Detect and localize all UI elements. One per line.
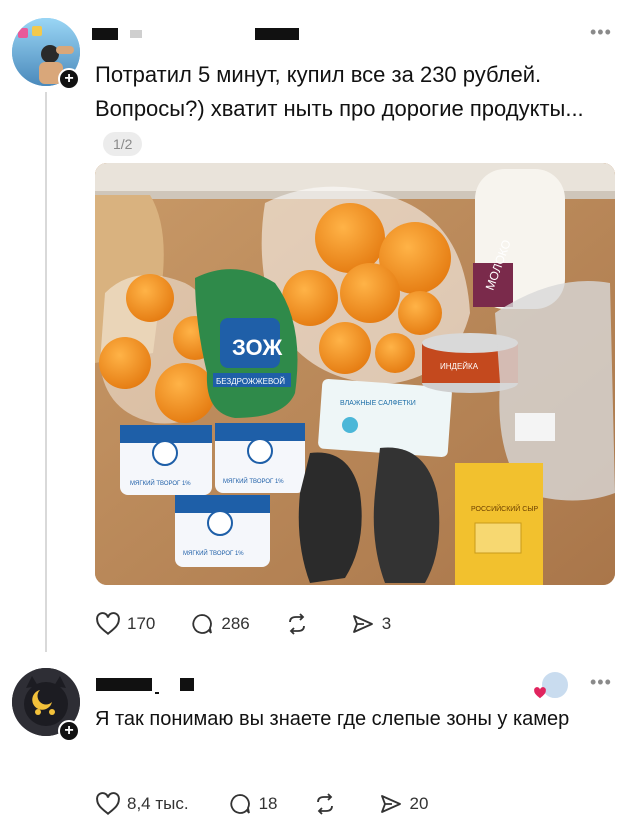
comment-repost-button[interactable] <box>312 792 344 816</box>
comment-share-button[interactable]: 20 <box>378 792 429 816</box>
repost-button[interactable] <box>284 612 316 636</box>
cheese-cup-label-1: МЯГКИЙ ТВОРОГ 1% <box>130 479 191 487</box>
comment-share-count: 20 <box>409 794 429 813</box>
heart-icon <box>96 612 120 636</box>
repost-icon <box>316 793 333 815</box>
comment-username-redacted-2 <box>180 678 194 691</box>
share-button[interactable]: 3 <box>350 612 391 636</box>
wipes-label: ВЛАЖНЫЕ САЛФЕТКИ <box>340 400 416 407</box>
image-pager-badge: 1/2 <box>103 132 143 157</box>
author-heart-icon <box>534 687 546 699</box>
send-icon <box>380 795 401 813</box>
cottage-cheese-cup-2: МЯГКИЙ ТВОРОГ 1% <box>215 423 305 493</box>
comment-like-count: 8,4 тыс. <box>127 794 189 813</box>
cottage-cheese-cup-3: МЯГКИЙ ТВОРОГ 1% <box>175 495 270 567</box>
comment-button[interactable]: 286 <box>189 612 250 636</box>
comment-like-button[interactable]: 8,4 тыс. <box>95 792 189 816</box>
groceries-photo: МОЛОКО ЗОЖ БЕЗДРОЖЖЕВОЙ МЯГКИЙ ТВОРОГ 1% <box>95 163 615 585</box>
like-button[interactable]: 170 <box>95 612 155 636</box>
comment-count: 286 <box>221 614 250 633</box>
heart-icon <box>96 792 120 816</box>
repost-icon <box>288 613 305 635</box>
cheese-cup-label-3: МЯГКИЙ ТВОРОГ 1% <box>183 549 244 557</box>
post-actions: 170 286 3 <box>95 612 425 636</box>
post-username-redacted[interactable] <box>92 28 118 40</box>
post-username-redacted-3 <box>255 28 299 40</box>
post-photo[interactable]: МОЛОКО ЗОЖ БЕЗДРОЖЖЕВОЙ МЯГКИЙ ТВОРОГ 1% <box>95 163 615 585</box>
thread-line <box>45 92 47 652</box>
bread-sub: БЕЗДРОЖЖЕВОЙ <box>216 377 285 386</box>
comment-reply-button[interactable]: 18 <box>227 792 278 816</box>
comment-body: Я так понимаю вы знаете где слепые зоны … <box>95 708 570 730</box>
bread-brand: ЗОЖ <box>232 335 282 360</box>
follow-plus-icon[interactable]: + <box>58 68 80 90</box>
comment-username-redacted-3 <box>155 692 159 694</box>
comment-username-redacted[interactable] <box>96 678 152 691</box>
comment-actions: 8,4 тыс. 18 20 <box>95 792 462 816</box>
post-more-icon[interactable]: ••• <box>590 22 612 43</box>
cheese-cup-label-2: МЯГКИЙ ТВОРОГ 1% <box>223 477 284 485</box>
post-username-redacted-2 <box>130 30 142 38</box>
like-count: 170 <box>127 614 156 633</box>
post-text: Потратил 5 минут, купил все за 230 рубле… <box>95 58 615 160</box>
comment-icon <box>230 794 250 814</box>
comment-more-icon[interactable]: ••• <box>590 672 612 693</box>
comment-reply-count: 18 <box>258 794 278 813</box>
can-label: ИНДЕЙКА <box>440 362 479 371</box>
send-icon <box>352 615 373 633</box>
share-count: 3 <box>381 614 392 633</box>
comment-icon <box>192 614 213 634</box>
follow-plus-icon[interactable]: + <box>58 720 80 742</box>
post-body: Потратил 5 минут, купил все за 230 рубле… <box>95 62 584 121</box>
cheese-label: РОССИЙСКИЙ СЫР <box>471 504 539 513</box>
cottage-cheese-cup-1: МЯГКИЙ ТВОРОГ 1% <box>120 425 212 495</box>
